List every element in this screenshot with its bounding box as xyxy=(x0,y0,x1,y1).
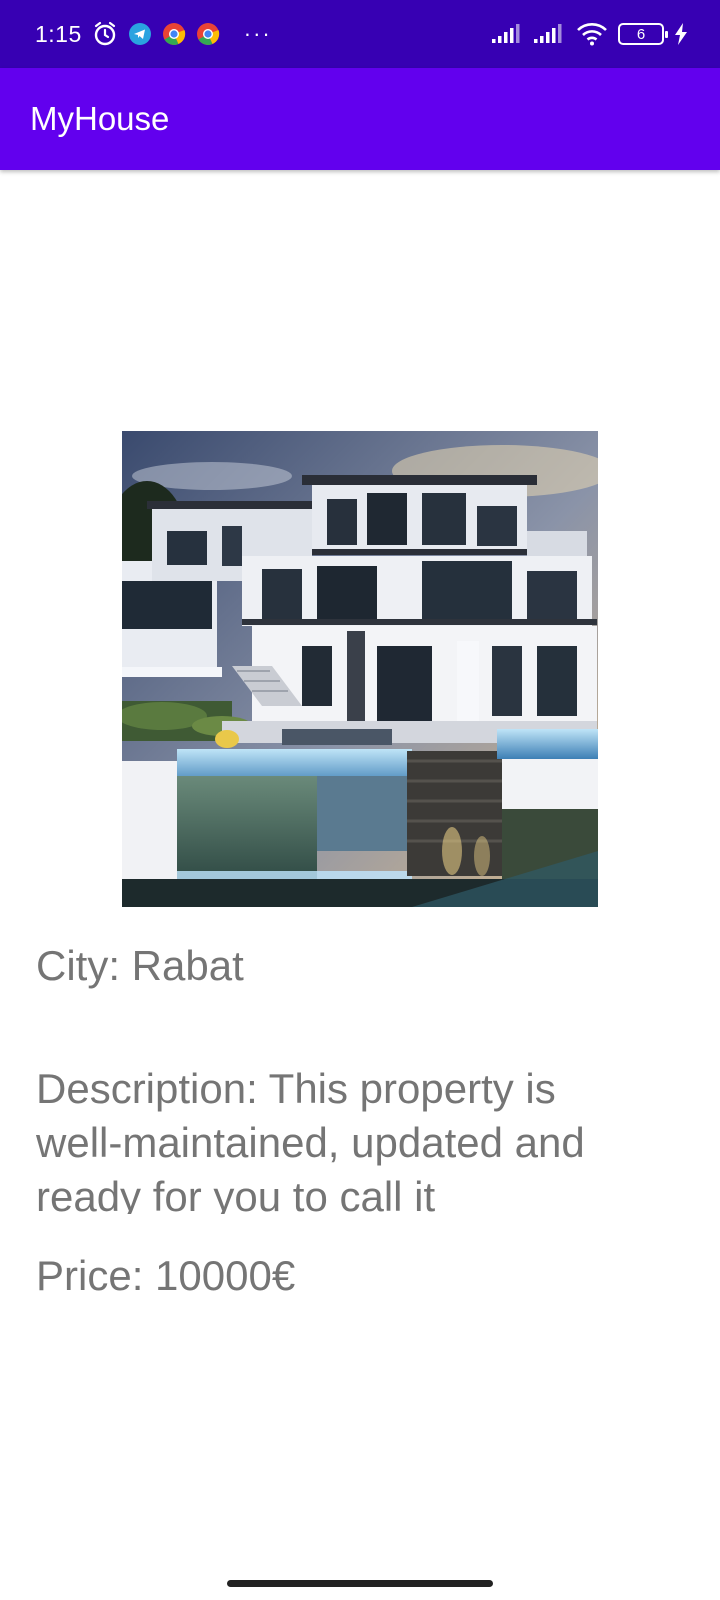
home-indicator[interactable] xyxy=(227,1580,493,1587)
chrome-icon xyxy=(196,22,220,46)
app-title: MyHouse xyxy=(30,100,170,137)
signal-icon xyxy=(534,24,566,44)
status-right: 6 xyxy=(492,22,688,46)
chrome-icon xyxy=(162,22,186,46)
wifi-icon xyxy=(576,22,608,46)
status-bar: 1:15 ··· 6 xyxy=(0,0,720,68)
status-left: 1:15 ··· xyxy=(35,21,272,48)
app-bar: MyHouse xyxy=(0,68,720,170)
status-time: 1:15 xyxy=(35,20,82,47)
city-text: City: Rabat xyxy=(36,942,244,989)
charging-icon xyxy=(674,23,688,45)
battery-level: 6 xyxy=(636,25,646,43)
telegram-icon xyxy=(128,22,152,46)
signal-icon xyxy=(492,24,524,44)
alarm-icon xyxy=(92,21,118,47)
description-text: Description: This property is well-maint… xyxy=(36,1065,585,1214)
more-notifications-indicator: ··· xyxy=(243,21,272,46)
battery-icon: 6 xyxy=(618,23,668,45)
house-image xyxy=(122,431,598,907)
price-text: Price: 10000€ xyxy=(36,1252,296,1299)
